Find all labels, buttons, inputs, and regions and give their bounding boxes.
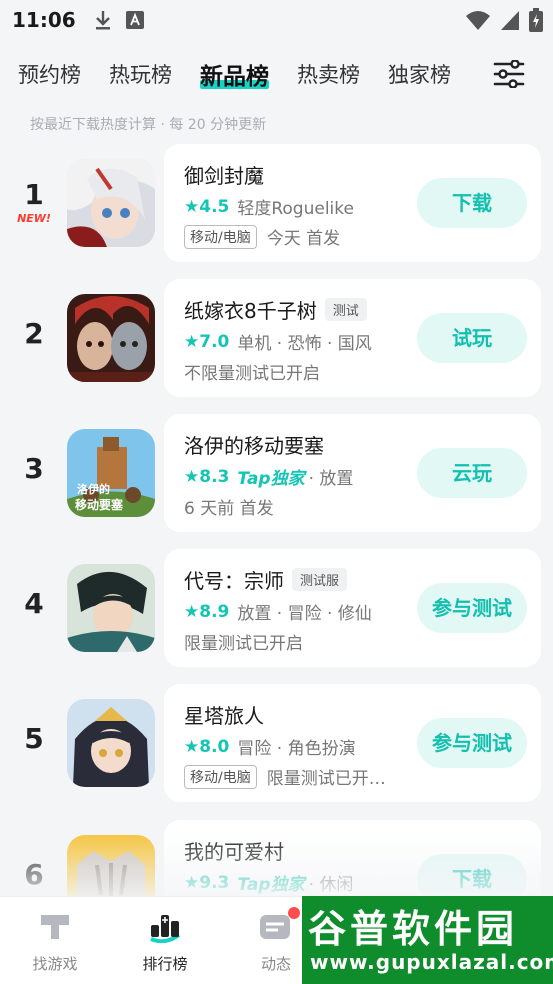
- rank-number: 2: [24, 317, 44, 350]
- game-genre: 轻度Roguelike: [237, 199, 354, 219]
- game-score: ★4.5: [184, 196, 230, 217]
- release-note: 不限量测试已开启: [184, 364, 320, 384]
- game-card[interactable]: 星塔旅人 ★8.0 冒险 · 角色扮演 移动/电脑 限量测试已开… 参与测试: [164, 684, 541, 802]
- game-score: ★9.3: [184, 872, 230, 893]
- release-note: 限量测试已开…: [266, 769, 386, 789]
- nav-label: 排行榜: [142, 955, 188, 973]
- signal-icon: [499, 9, 521, 36]
- nav-find-games[interactable]: 找游戏: [0, 909, 110, 974]
- list-item[interactable]: 1 NEW! 御剑封魔 ★4.5 轻度Roguelike 移动/电脑 今天 首发…: [0, 144, 553, 262]
- game-meta: ★8.3 Tap独家 · 放置: [184, 464, 354, 490]
- nav-leaderboard[interactable]: 排行榜: [110, 909, 220, 974]
- download-icon: [92, 9, 114, 31]
- test-server-tag: 测试服: [292, 568, 348, 591]
- list-item[interactable]: 4 代号：宗师 测试服 ★8.9 放置 · 冒险 · 修仙 限量测试已开启 参与…: [0, 549, 553, 667]
- leaderboard-icon: [147, 909, 183, 944]
- game-card[interactable]: 御剑封魔 ★4.5 轻度Roguelike 移动/电脑 今天 首发 下载: [164, 144, 541, 262]
- game-status: 移动/电脑 限量测试已开…: [184, 764, 386, 789]
- game-meta: ★9.3 Tap独家 · 休闲: [184, 870, 354, 896]
- game-title: 御剑封魔: [184, 164, 264, 188]
- notification-dot: [288, 907, 300, 919]
- game-title: 我的可爱村: [184, 840, 284, 864]
- game-meta: ★7.0 单机 · 恐怖 · 国风: [184, 329, 372, 355]
- watermark-url: www.gupuxlazal.com: [310, 950, 553, 974]
- game-icon[interactable]: [67, 294, 155, 382]
- release-note: 今天 首发: [266, 229, 341, 249]
- status-bar: 11:06: [0, 0, 553, 40]
- game-score: ★8.0: [184, 736, 230, 757]
- rank-number: 1: [24, 178, 44, 211]
- game-status: 6 天前 首发: [184, 494, 274, 519]
- new-badge: NEW!: [17, 212, 51, 225]
- list-item[interactable]: 3 洛伊的 移动要塞 洛伊的移动要塞 ★8.3 Tap独家 · 放置 6 天前 …: [0, 414, 553, 532]
- game-icon[interactable]: [67, 564, 155, 652]
- tap-exclusive-badge: Tap独家: [237, 469, 305, 489]
- list-item[interactable]: 2 纸嫁衣8千子树 测试 ★7.0 单机 · 恐怖 · 国风 不限量测试已开启 …: [0, 279, 553, 397]
- ranking-tabs: 预约榜 热玩榜 新品榜 热卖榜 独家榜: [0, 48, 553, 100]
- wifi-icon: [465, 9, 491, 36]
- filter-icon[interactable]: [493, 59, 525, 89]
- watermark: 谷普软件园 www.gupuxlazal.com: [302, 896, 553, 984]
- game-genre: 冒险 · 角色扮演: [237, 739, 356, 759]
- game-meta: ★8.0 冒险 · 角色扮演: [184, 734, 356, 760]
- platform-badge: 移动/电脑: [184, 764, 257, 789]
- tab-new[interactable]: 新品榜: [200, 57, 269, 91]
- game-meta: ★4.5 轻度Roguelike: [184, 194, 354, 220]
- platform-badge: 移动/电脑: [184, 224, 257, 249]
- join-test-button[interactable]: 参与测试: [417, 583, 527, 633]
- app-notification-icon: [124, 9, 146, 31]
- status-time: 11:06: [12, 8, 76, 32]
- download-button[interactable]: 下载: [417, 178, 527, 228]
- rank-number: 6: [24, 858, 44, 891]
- update-note: 按最近下载热度计算 · 每 20 分钟更新: [30, 117, 267, 133]
- release-note: 6 天前 首发: [184, 499, 274, 519]
- game-genre: 放置 · 冒险 · 修仙: [237, 604, 372, 624]
- join-test-button[interactable]: 参与测试: [417, 718, 527, 768]
- tab-hot-play[interactable]: 热玩榜: [109, 59, 172, 89]
- feed-icon: [258, 907, 300, 943]
- gamepad-icon: [37, 909, 73, 943]
- svg-text:移动要塞: 移动要塞: [75, 497, 124, 512]
- game-card[interactable]: 纸嫁衣8千子树 测试 ★7.0 单机 · 恐怖 · 国风 不限量测试已开启 试玩: [164, 279, 541, 397]
- game-status: 不限量测试已开启: [184, 359, 320, 384]
- game-genre: 单机 · 恐怖 · 国风: [237, 334, 372, 354]
- rank-number: 4: [24, 587, 44, 620]
- game-card[interactable]: 代号：宗师 测试服 ★8.9 放置 · 冒险 · 修仙 限量测试已开启 参与测试: [164, 549, 541, 667]
- tab-exclusive[interactable]: 独家榜: [388, 59, 451, 89]
- game-title: 洛伊的移动要塞: [184, 434, 324, 458]
- release-note: 限量测试已开启: [184, 634, 303, 654]
- status-icons: [465, 8, 543, 37]
- battery-icon: [529, 8, 543, 37]
- game-genre: · 放置: [308, 469, 354, 489]
- svg-text:洛伊的: 洛伊的: [77, 482, 110, 496]
- game-card[interactable]: 洛伊的移动要塞 ★8.3 Tap独家 · 放置 6 天前 首发 云玩: [164, 414, 541, 532]
- game-title: 星塔旅人: [184, 704, 264, 728]
- list-item[interactable]: 5 星塔旅人 ★8.0 冒险 · 角色扮演 移动/电脑 限量测试已开… 参与测试: [0, 684, 553, 802]
- game-title: 代号：宗师 测试服: [184, 565, 348, 594]
- trial-button[interactable]: 试玩: [417, 313, 527, 363]
- tap-exclusive-badge: Tap独家: [237, 875, 305, 895]
- game-title: 纸嫁衣8千子树 测试: [184, 295, 367, 324]
- game-icon[interactable]: [67, 699, 155, 787]
- nav-label: 找游戏: [32, 955, 78, 973]
- game-status: 移动/电脑 今天 首发: [184, 224, 340, 249]
- game-score: ★7.0: [184, 331, 230, 352]
- cloud-play-button[interactable]: 云玩: [417, 448, 527, 498]
- tab-reservation[interactable]: 预约榜: [18, 59, 81, 89]
- rank-number: 5: [24, 722, 44, 755]
- game-meta: ★8.9 放置 · 冒险 · 修仙: [184, 599, 372, 625]
- game-score: ★8.9: [184, 601, 230, 622]
- rank-number: 3: [24, 452, 44, 485]
- game-icon[interactable]: 洛伊的 移动要塞: [67, 429, 155, 517]
- test-tag: 测试: [324, 298, 367, 321]
- game-score: ★8.3: [184, 466, 230, 487]
- watermark-title: 谷普软件园: [308, 907, 519, 951]
- game-icon[interactable]: [67, 159, 155, 247]
- game-genre: · 休闲: [308, 875, 354, 895]
- tab-top-selling[interactable]: 热卖榜: [297, 59, 360, 89]
- game-status: 限量测试已开启: [184, 629, 303, 654]
